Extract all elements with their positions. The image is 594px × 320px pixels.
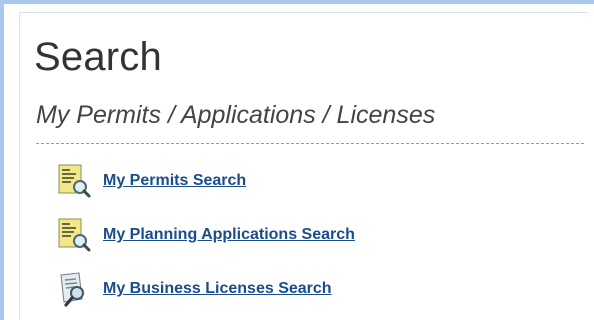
list-item-business-licenses-search: My Business Licenses Search — [56, 271, 355, 307]
permits-search-link[interactable]: My Permits Search — [103, 172, 246, 190]
content-frame: Search My Permits / Applications / Licen… — [0, 0, 594, 320]
document-search-icon[interactable] — [56, 217, 92, 253]
list-item-planning-applications-search: My Planning Applications Search — [56, 217, 355, 253]
search-link-list: My Permits Search My Planning Applicatio… — [56, 163, 355, 320]
page-title: Search — [34, 35, 162, 79]
document-search-icon[interactable] — [56, 163, 92, 199]
list-item-permits-search: My Permits Search — [56, 163, 355, 199]
business-licenses-search-link[interactable]: My Business Licenses Search — [103, 280, 332, 298]
license-search-icon[interactable] — [56, 271, 92, 307]
section-subtitle: My Permits / Applications / Licenses — [36, 101, 436, 129]
dashed-divider — [36, 143, 584, 144]
planning-applications-search-link[interactable]: My Planning Applications Search — [103, 226, 355, 244]
search-panel: Search My Permits / Applications / Licen… — [19, 12, 588, 320]
